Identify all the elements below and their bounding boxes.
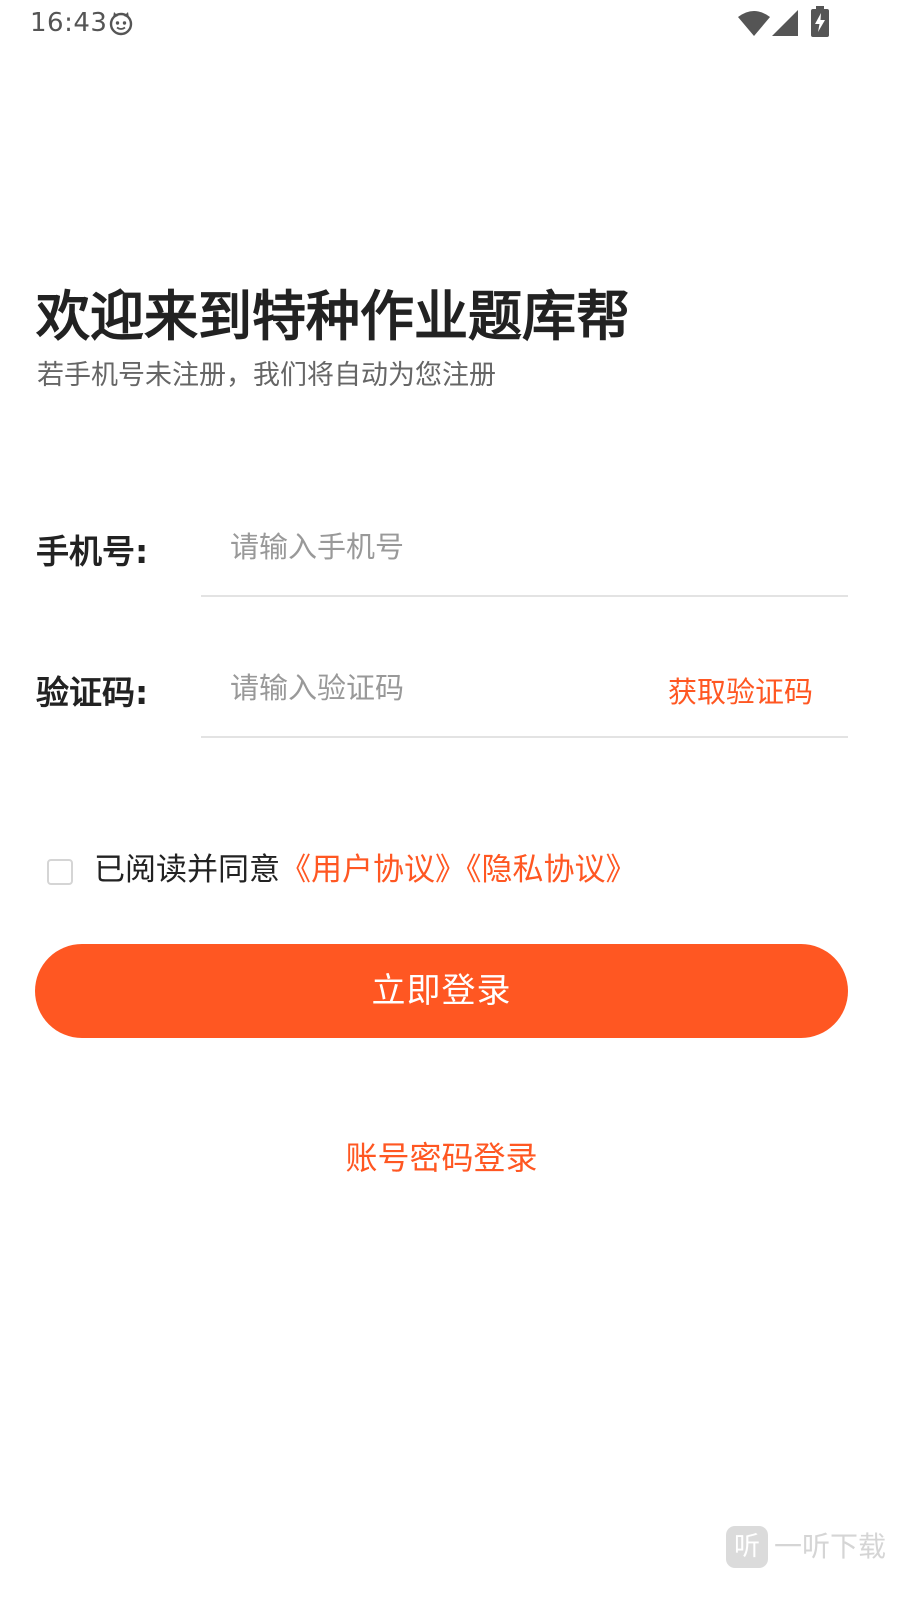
agreement-checkbox[interactable] <box>47 859 73 885</box>
agreement-prefix: 已阅读并同意 <box>94 852 280 888</box>
get-code-button[interactable]: 获取验证码 <box>668 670 813 714</box>
agreement-text: 已阅读并同意《用户协议》《隐私协议》 <box>94 848 637 892</box>
status-time: 16:43 <box>30 8 108 38</box>
code-underline <box>201 736 848 738</box>
watermark-logo: 听 <box>726 1526 768 1568</box>
phone-input[interactable] <box>230 522 650 572</box>
code-label: 验证码: <box>36 673 149 712</box>
privacy-policy-link[interactable]: 《隐私协议》 <box>466 852 637 888</box>
battery-charging-icon <box>811 6 829 37</box>
page-title: 欢迎来到特种作业题库帮 <box>36 285 630 348</box>
cat-face-icon <box>109 12 133 36</box>
status-bar: 16:43 <box>0 0 900 46</box>
phone-underline <box>201 595 848 597</box>
login-screen: 16:43 欢迎来到特种作业题库帮 若手机号未注册，我们将自动为您注册 手机号:… <box>0 0 900 1600</box>
user-agreement-link[interactable]: 《用户协议》 <box>280 852 466 888</box>
phone-label: 手机号: <box>36 532 149 571</box>
code-input[interactable] <box>230 663 650 713</box>
signal-icon <box>772 10 798 36</box>
watermark-text: 一听下载 <box>774 1530 887 1563</box>
password-login-link[interactable]: 账号密码登录 <box>0 1136 883 1180</box>
wifi-icon <box>738 11 770 36</box>
login-button[interactable]: 立即登录 <box>35 944 848 1038</box>
page-subtitle: 若手机号未注册，我们将自动为您注册 <box>37 360 496 391</box>
